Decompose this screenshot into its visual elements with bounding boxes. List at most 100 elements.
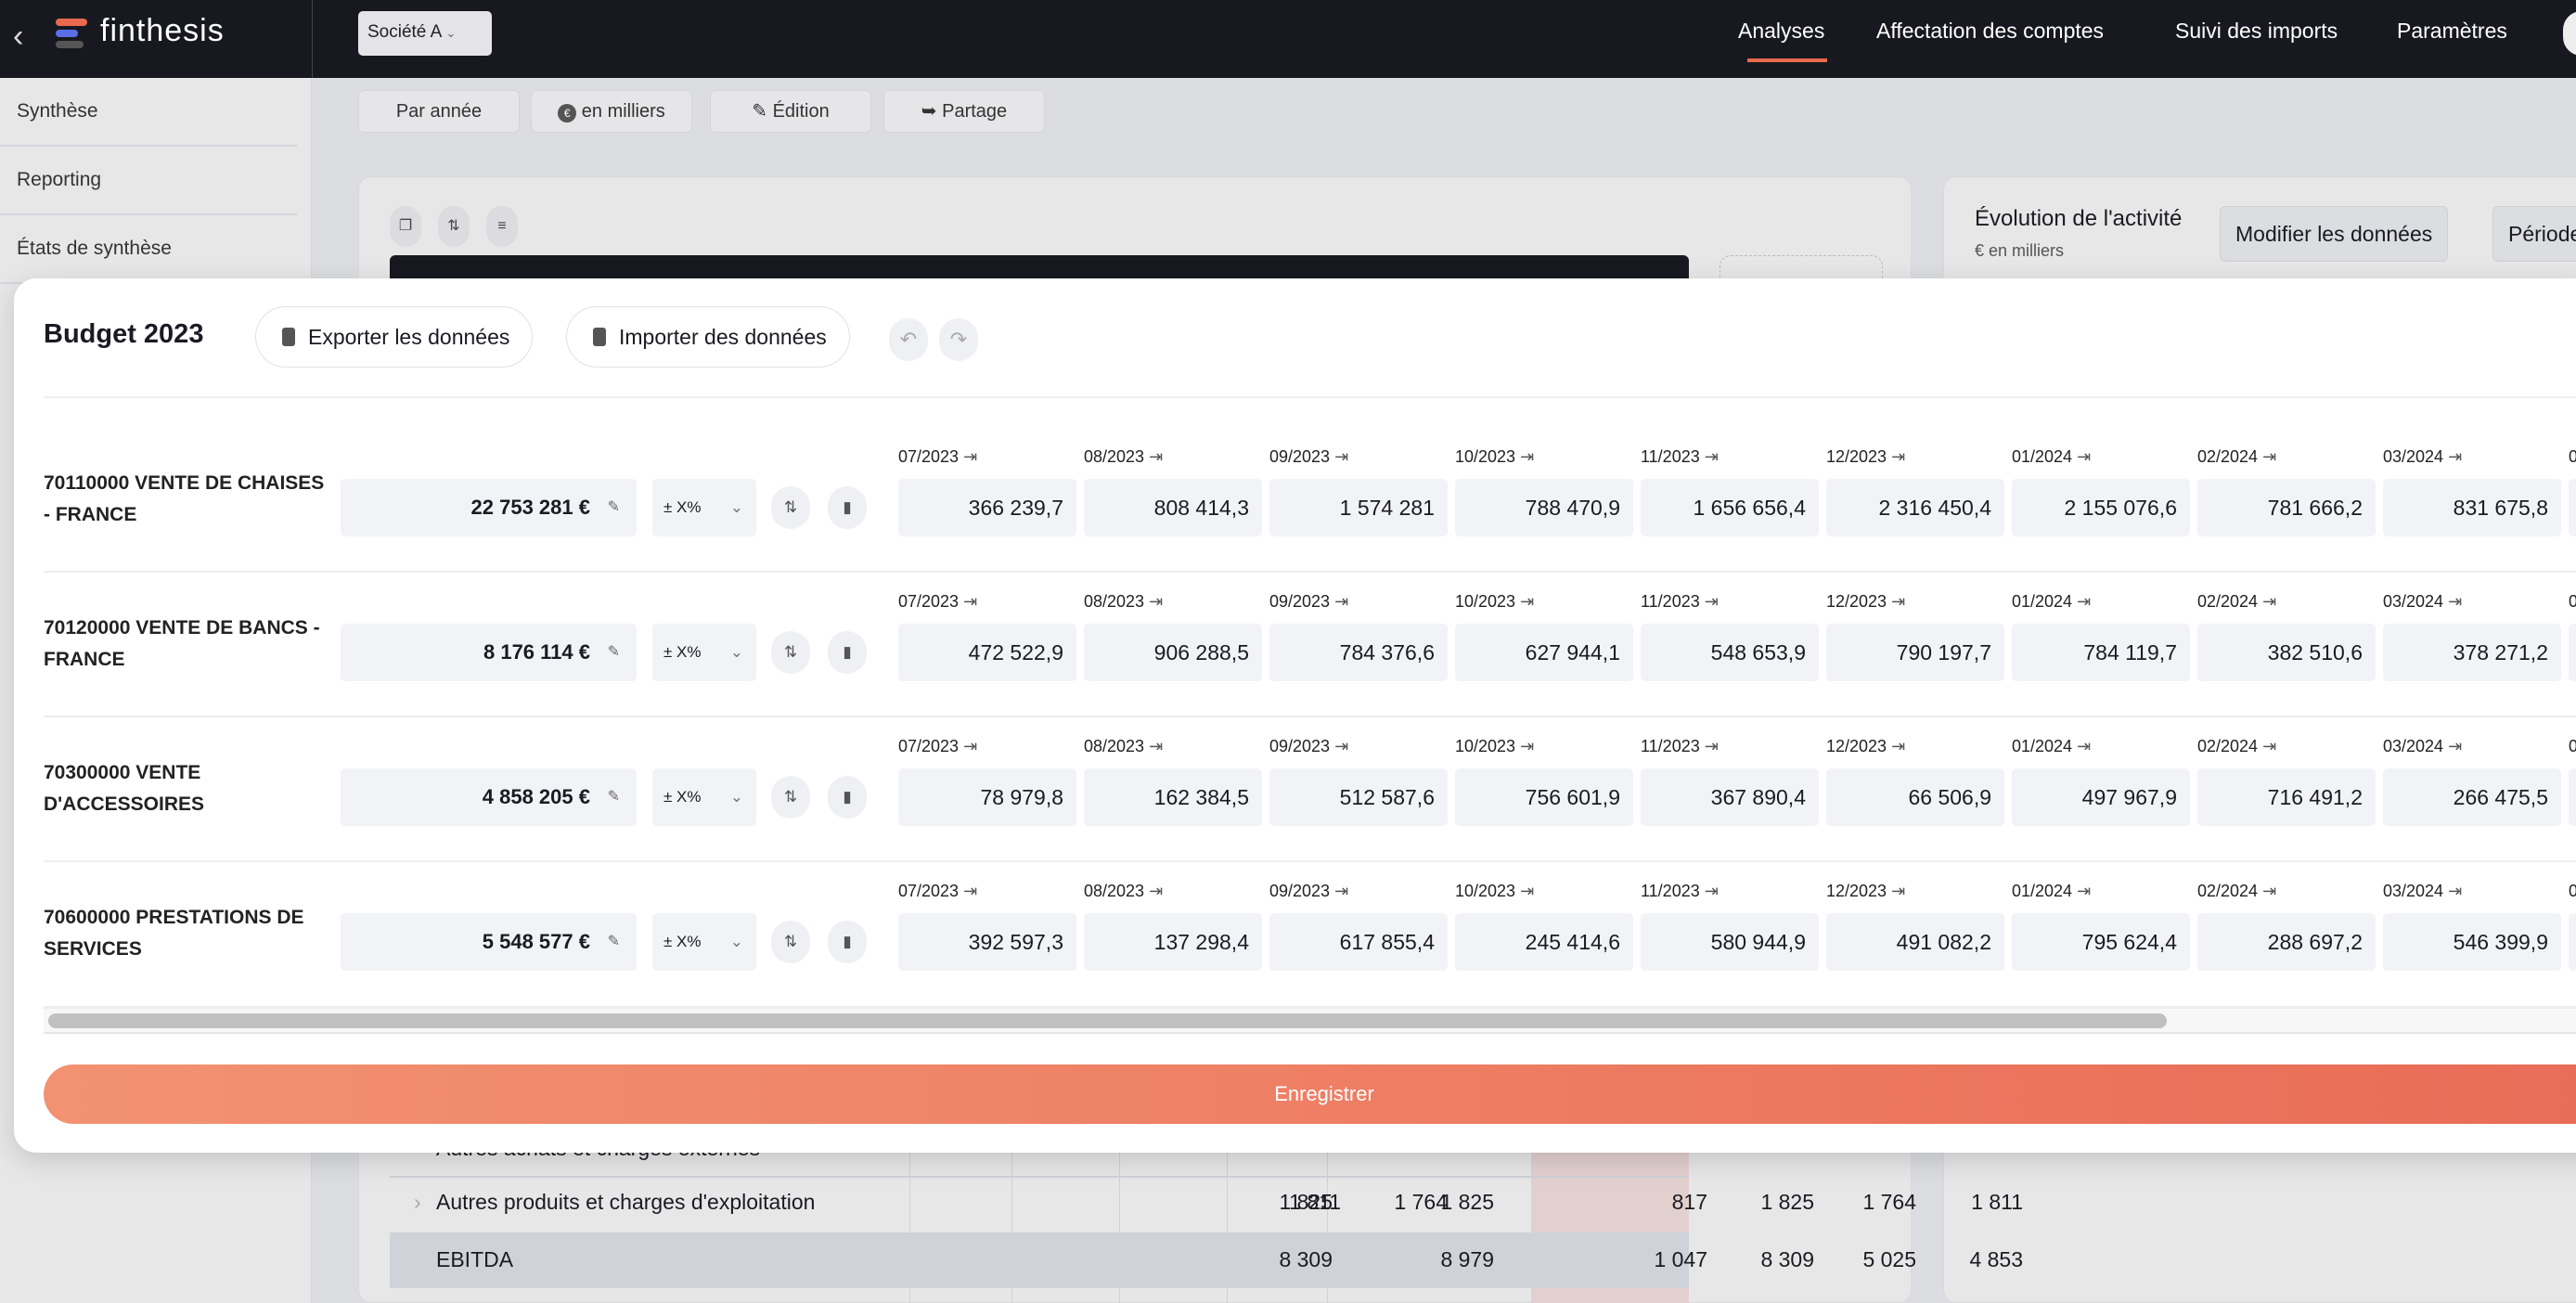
month-value-input[interactable] — [2569, 913, 2576, 971]
month-value-input[interactable]: 512 587,6 — [1269, 768, 1448, 826]
month-value-input[interactable]: 784 119,7 — [2012, 624, 2190, 681]
import-data-button[interactable]: Importer des données — [566, 306, 850, 368]
month-value-input[interactable]: 790 197,7 — [1826, 624, 2004, 681]
percent-select[interactable]: ± X% ⌄ — [652, 913, 756, 971]
month-value-input[interactable]: 906 288,5 — [1084, 624, 1262, 681]
sort-arrows-icon[interactable]: ⇅ — [771, 921, 810, 963]
account-total-input[interactable]: 4 858 205 € ✎ — [341, 768, 637, 826]
month-value-input[interactable] — [2569, 479, 2576, 536]
month-value-input[interactable]: 546 399,9 — [2383, 913, 2561, 971]
month-value-input[interactable]: 378 271,2 — [2383, 624, 2561, 681]
export-data-button[interactable]: Exporter les données — [255, 306, 534, 368]
fill-right-icon[interactable]: ⇥ — [2077, 447, 2091, 466]
fill-right-icon[interactable]: ⇥ — [1520, 447, 1534, 466]
fill-right-icon[interactable]: ⇥ — [2077, 592, 2091, 611]
fill-right-icon[interactable]: ⇥ — [2448, 882, 2462, 900]
account-total-input[interactable]: 8 176 114 € ✎ — [341, 624, 637, 681]
table-row-ebitda[interactable]: EBITDA — [390, 1232, 1689, 1288]
month-value-input[interactable]: 137 298,4 — [1084, 913, 1262, 971]
expand-chevron-icon[interactable]: › — [414, 1190, 421, 1215]
pencil-icon[interactable]: ✎ — [608, 479, 620, 536]
edition-button[interactable]: ✎ Édition — [710, 90, 871, 133]
fill-right-icon[interactable]: ⇥ — [1149, 592, 1163, 611]
back-chevron-icon[interactable]: ‹ — [13, 19, 23, 55]
pencil-icon[interactable]: ✎ — [608, 913, 620, 971]
numbered-list-icon[interactable]: ≡ — [486, 206, 518, 247]
month-value-input[interactable] — [2569, 768, 2576, 826]
sort-arrows-icon[interactable]: ⇅ — [771, 486, 810, 529]
month-value-input[interactable]: 831 675,8 — [2383, 479, 2561, 536]
percent-select[interactable]: ± X% ⌄ — [652, 768, 756, 826]
fill-right-icon[interactable]: ⇥ — [2262, 447, 2276, 466]
month-value-input[interactable]: 382 510,6 — [2197, 624, 2376, 681]
nav-affectation-des-comptes[interactable]: Affectation des comptes — [1876, 19, 2104, 44]
fill-right-icon[interactable]: ⇥ — [2448, 447, 2462, 466]
avatar[interactable] — [2563, 11, 2576, 56]
fill-right-icon[interactable]: ⇥ — [1891, 737, 1905, 755]
fill-right-icon[interactable]: ⇥ — [2262, 882, 2276, 900]
month-value-input[interactable]: 795 624,4 — [2012, 913, 2190, 971]
table-row[interactable]: › Autres produits et charges d'exploitat… — [390, 1175, 1689, 1231]
month-value-input[interactable]: 716 491,2 — [2197, 768, 2376, 826]
month-value-input[interactable]: 808 414,3 — [1084, 479, 1262, 536]
sort-icon[interactable]: ⇅ — [438, 206, 470, 247]
month-value-input[interactable]: 756 601,9 — [1455, 768, 1633, 826]
fill-right-icon[interactable]: ⇥ — [963, 447, 977, 466]
fill-right-icon[interactable]: ⇥ — [1520, 737, 1534, 755]
fill-right-icon[interactable]: ⇥ — [2077, 737, 2091, 755]
fill-right-icon[interactable]: ⇥ — [963, 737, 977, 755]
month-value-input[interactable]: 548 653,9 — [1641, 624, 1819, 681]
nav-suivi-des-imports[interactable]: Suivi des imports — [2175, 19, 2338, 44]
delete-icon[interactable]: ▮ — [828, 921, 867, 963]
pencil-icon[interactable]: ✎ — [608, 624, 620, 681]
modify-data-button[interactable]: Modifier les données — [2220, 206, 2449, 262]
pencil-icon[interactable]: ✎ — [608, 768, 620, 826]
fill-right-icon[interactable]: ⇥ — [963, 882, 977, 900]
fill-right-icon[interactable]: ⇥ — [1149, 882, 1163, 900]
percent-select[interactable]: ± X% ⌄ — [652, 479, 756, 536]
nav-analyses[interactable]: Analyses — [1738, 19, 1824, 44]
percent-select[interactable]: ± X% ⌄ — [652, 624, 756, 681]
period-button[interactable]: Période — [2492, 206, 2576, 262]
month-value-input[interactable]: 1 574 281 — [1269, 479, 1448, 536]
sort-arrows-icon[interactable]: ⇅ — [771, 776, 810, 819]
fill-right-icon[interactable]: ⇥ — [1891, 882, 1905, 900]
fill-right-icon[interactable]: ⇥ — [1520, 592, 1534, 611]
fill-right-icon[interactable]: ⇥ — [1334, 737, 1348, 755]
sidebar-item-etats-de-synthese[interactable]: États de synthèse — [0, 215, 297, 284]
month-value-input[interactable] — [2569, 624, 2576, 681]
month-value-input[interactable]: 627 944,1 — [1455, 624, 1633, 681]
fill-right-icon[interactable]: ⇥ — [2262, 737, 2276, 755]
month-value-input[interactable]: 266 475,5 — [2383, 768, 2561, 826]
save-button[interactable]: Enregistrer — [44, 1064, 2576, 1124]
fill-right-icon[interactable]: ⇥ — [2448, 592, 2462, 611]
company-select[interactable]: Société A ⌄ — [358, 11, 492, 56]
fill-right-icon[interactable]: ⇥ — [1891, 592, 1905, 611]
month-value-input[interactable]: 288 697,2 — [2197, 913, 2376, 971]
share-button[interactable]: ➥ Partage — [883, 90, 1045, 133]
month-value-input[interactable]: 162 384,5 — [1084, 768, 1262, 826]
units-button[interactable]: € en milliers — [531, 90, 692, 133]
month-value-input[interactable]: 784 376,6 — [1269, 624, 1448, 681]
month-value-input[interactable]: 472 522,9 — [898, 624, 1076, 681]
month-value-input[interactable]: 367 890,4 — [1641, 768, 1819, 826]
fill-right-icon[interactable]: ⇥ — [963, 592, 977, 611]
month-value-input[interactable]: 491 082,2 — [1826, 913, 2004, 971]
sort-arrows-icon[interactable]: ⇅ — [771, 631, 810, 674]
fill-right-icon[interactable]: ⇥ — [1705, 447, 1719, 466]
delete-icon[interactable]: ▮ — [828, 776, 867, 819]
nav-parametres[interactable]: Paramètres — [2397, 19, 2507, 44]
account-total-input[interactable]: 22 753 281 € ✎ — [341, 479, 637, 536]
par-annee-button[interactable]: Par année — [358, 90, 520, 133]
fill-right-icon[interactable]: ⇥ — [1149, 737, 1163, 755]
month-value-input[interactable]: 497 967,9 — [2012, 768, 2190, 826]
fill-right-icon[interactable]: ⇥ — [1705, 882, 1719, 900]
sidebar-item-reporting[interactable]: Reporting — [0, 147, 297, 215]
month-value-input[interactable]: 392 597,3 — [898, 913, 1076, 971]
account-total-input[interactable]: 5 548 577 € ✎ — [341, 913, 637, 971]
fill-right-icon[interactable]: ⇥ — [1705, 592, 1719, 611]
scrollbar-thumb[interactable] — [48, 1013, 2167, 1028]
undo-icon[interactable]: ↶ — [889, 318, 928, 361]
delete-icon[interactable]: ▮ — [828, 486, 867, 529]
month-value-input[interactable]: 781 666,2 — [2197, 479, 2376, 536]
